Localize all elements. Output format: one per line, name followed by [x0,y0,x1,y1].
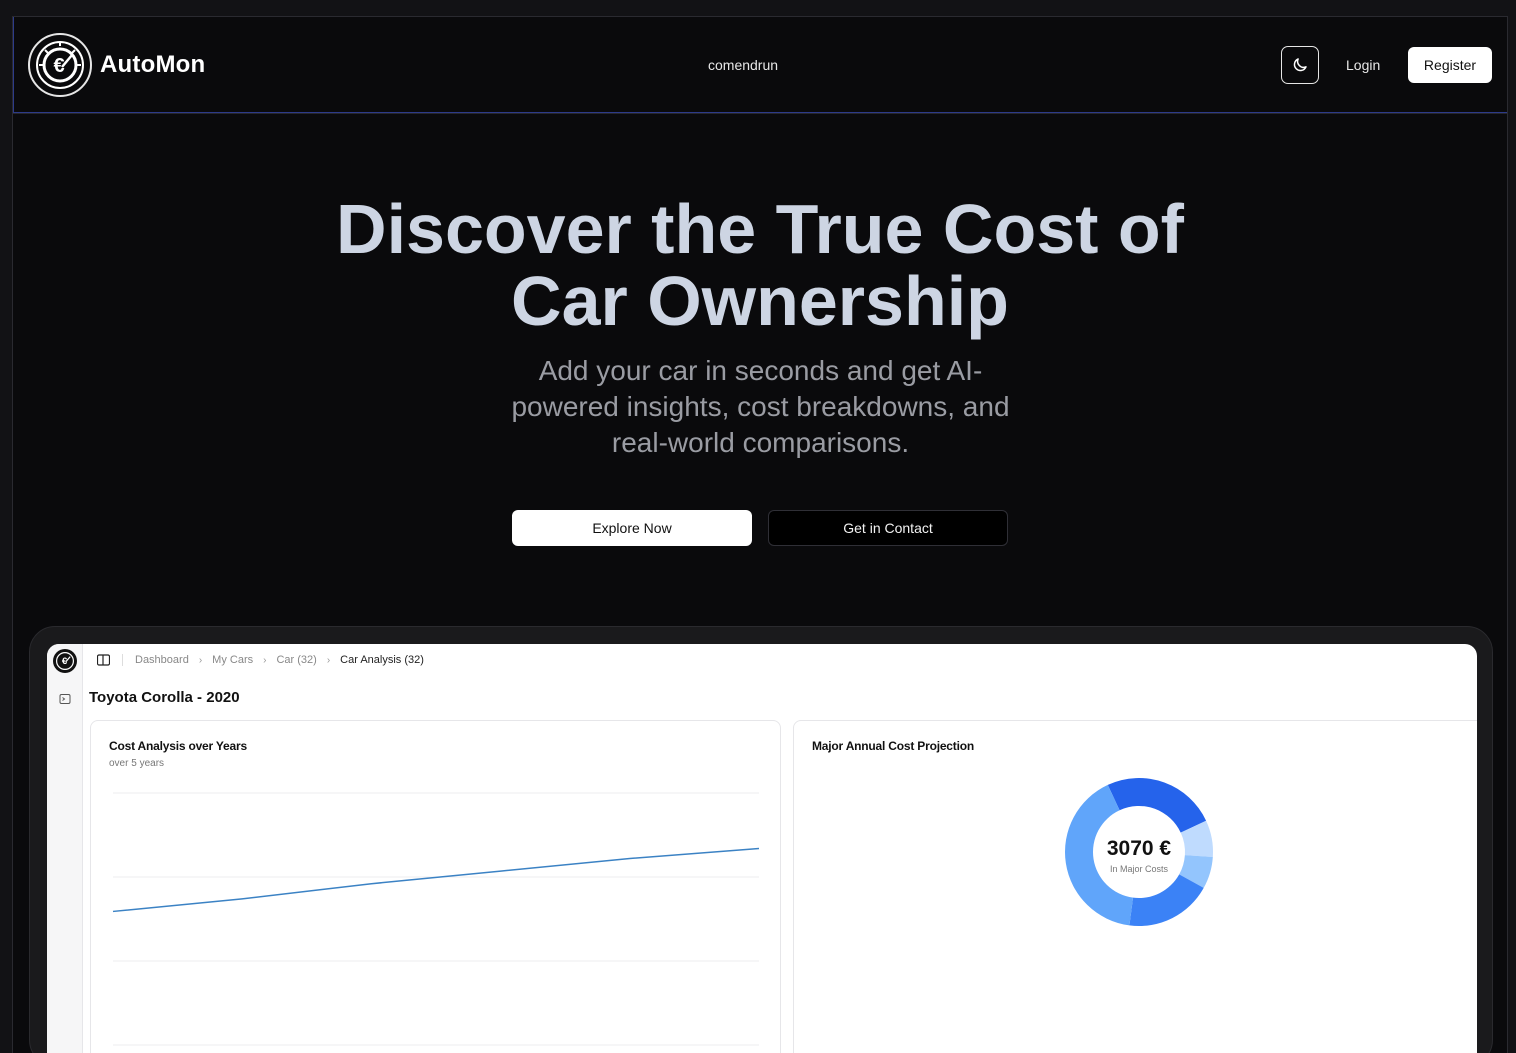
chevron-right-icon: › [326,654,331,666]
cost-projection-card: Major Annual Cost Projection 3070 € In M… [793,720,1477,1053]
page-frame: € AutoMon comendrun Login Register Disco… [12,16,1508,1053]
sidebar-toggle-icon[interactable] [97,654,110,666]
login-link[interactable]: Login [1346,57,1380,73]
navbar: € AutoMon comendrun Login Register [13,17,1507,114]
hero-title-line2: Car Ownership [511,262,1009,340]
terminal-icon[interactable] [59,692,71,710]
hero-subtitle-line2: powered insights, cost breakdowns, and [511,391,1010,422]
preview-sidebar: € [47,644,83,1053]
brand-name: AutoMon [100,51,206,78]
chevron-right-icon: › [263,654,267,666]
moon-icon [1293,58,1307,72]
svg-text:€: € [62,656,68,667]
donut-slice-3[interactable] [1129,874,1204,926]
euro-speedometer-icon: € [28,33,92,97]
breadcrumb-dashboard[interactable]: Dashboard [135,654,189,666]
donut-slice-0[interactable] [1107,778,1207,833]
theme-toggle-button[interactable] [1281,46,1319,84]
nav-link-comendrun[interactable]: comendrun [708,57,778,73]
hero-subtitle: Add your car in seconds and get AI- powe… [483,353,1038,461]
breadcrumb-my-cars[interactable]: My Cars [212,654,253,666]
topbar-separator [122,654,123,666]
cost-analysis-card: Cost Analysis over Years over 5 years [90,720,781,1053]
cost-series-line-0 [112,847,760,913]
cost-analysis-title: Cost Analysis over Years [109,739,247,753]
dashboard-preview: € Dashboard › My Cars › Car (32) › Car A… [47,644,1477,1053]
breadcrumb-car[interactable]: Car (32) [276,654,316,666]
dashboard-preview-frame: € Dashboard › My Cars › Car (32) › Car A… [29,626,1493,1053]
hero-title: Discover the True Cost of Car Ownership [13,193,1507,337]
hero-subtitle-line1: Add your car in seconds and get AI- [538,355,983,386]
explore-now-button[interactable]: Explore Now [512,510,752,546]
preview-topbar: Dashboard › My Cars › Car (32) › Car Ana… [97,654,424,666]
get-in-contact-button[interactable]: Get in Contact [768,510,1008,546]
logo[interactable]: € AutoMon [28,33,205,97]
donut-caption: In Major Costs [1109,864,1169,874]
cost-line-chart [112,792,760,1046]
breadcrumb-car-analysis: Car Analysis (32) [340,654,424,666]
euro-speedometer-icon: € [53,649,77,673]
hero-subtitle-line3: real-world comparisons. [611,427,910,458]
cost-projection-title: Major Annual Cost Projection [812,739,974,753]
chevron-right-icon: › [198,654,203,666]
register-button[interactable]: Register [1408,47,1492,83]
hero-title-line1: Discover the True Cost of [336,190,1184,268]
car-title: Toyota Corolla - 2020 [89,689,240,706]
donut-total: 3070 € [1106,837,1172,860]
